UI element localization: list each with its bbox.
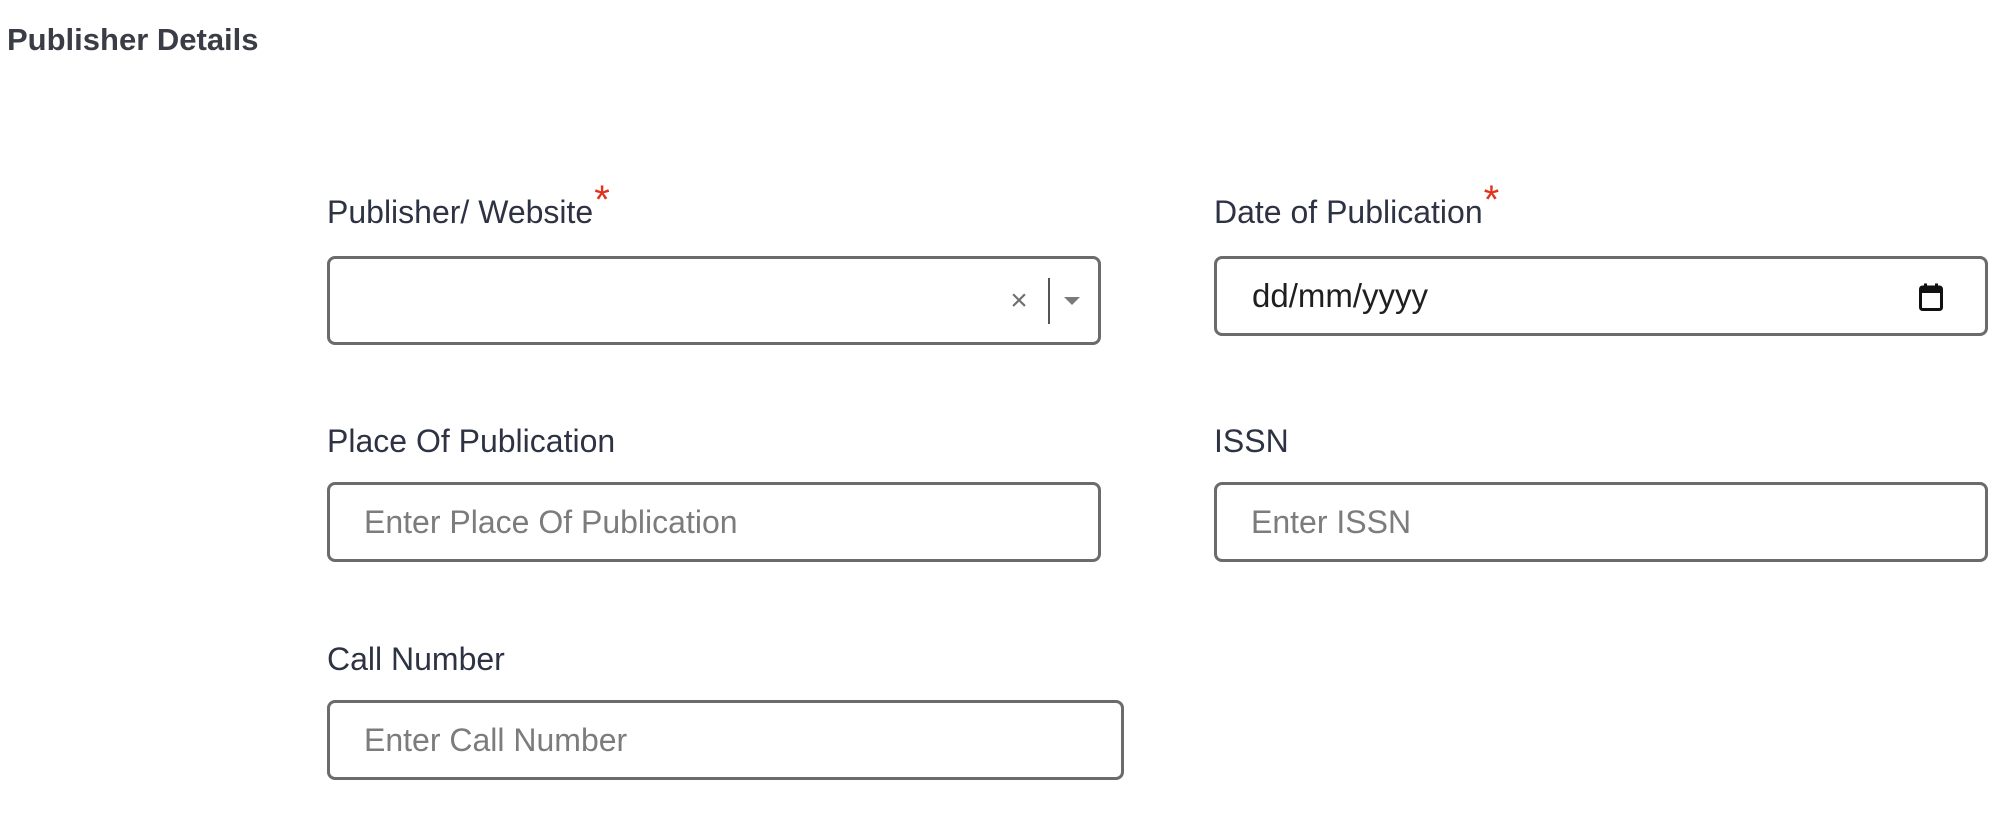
select-separator <box>1048 277 1050 324</box>
section-title: Publisher Details <box>7 22 259 57</box>
date-field: Date of Publication* <box>1214 180 1499 232</box>
place-input[interactable] <box>330 485 1098 559</box>
call-number-field: Call Number <box>327 639 505 679</box>
required-asterisk: * <box>594 178 610 222</box>
issn-input[interactable] <box>1217 485 1985 559</box>
calendar-icon[interactable] <box>1919 283 1943 311</box>
call-number-input[interactable] <box>330 703 1121 777</box>
date-placeholder: dd/mm/yyyy <box>1252 277 1429 314</box>
publisher-select[interactable]: × <box>327 256 1101 345</box>
date-label-text: Date of Publication <box>1214 194 1483 230</box>
publisher-details-form: Publisher Details Publisher/ Website* × … <box>0 0 2014 838</box>
date-label: Date of Publication* <box>1214 180 1499 232</box>
call-number-label: Call Number <box>327 641 505 677</box>
place-label: Place Of Publication <box>327 423 616 459</box>
chevron-down-icon[interactable] <box>1064 296 1080 305</box>
select-controls: × <box>1002 259 1098 342</box>
publisher-field: Publisher/ Website* <box>327 180 610 232</box>
place-input-box <box>327 482 1101 562</box>
call-number-input-box <box>327 700 1124 780</box>
issn-field: ISSN <box>1214 421 1289 461</box>
publisher-label: Publisher/ Website* <box>327 180 610 232</box>
close-icon[interactable]: × <box>1002 285 1036 316</box>
place-field: Place Of Publication <box>327 421 615 461</box>
issn-input-box <box>1214 482 1988 562</box>
required-asterisk: * <box>1483 178 1500 222</box>
publisher-label-text: Publisher/ Website <box>327 194 594 230</box>
issn-label: ISSN <box>1214 423 1289 459</box>
date-input[interactable]: dd/mm/yyyy <box>1214 256 1988 336</box>
